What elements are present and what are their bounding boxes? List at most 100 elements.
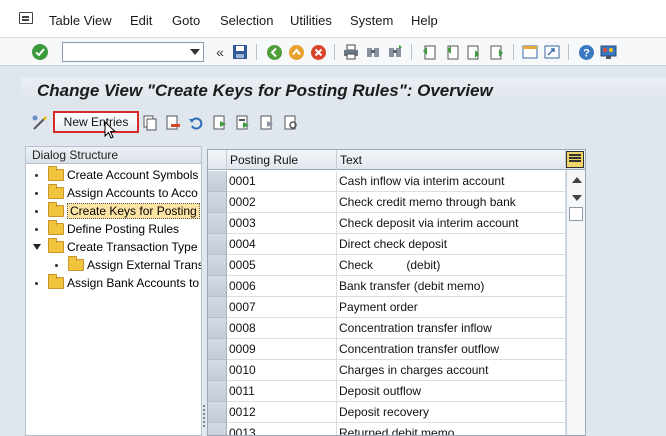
scroll-thumb[interactable] [569, 207, 583, 221]
cell-text[interactable]: Check credit memo through bank [337, 192, 566, 213]
customize-layout-icon[interactable] [599, 43, 617, 61]
cell-posting-rule[interactable]: 0011 [227, 381, 337, 402]
table-row[interactable]: 0011 Deposit outflow [208, 381, 566, 402]
column-header-text[interactable]: Text [337, 150, 566, 170]
panel-splitter[interactable] [202, 146, 206, 436]
tree-item-assign-external-trans[interactable]: Assign External Trans [55, 256, 201, 274]
table-settings-icon[interactable] [566, 151, 584, 168]
cell-posting-rule[interactable]: 0012 [227, 402, 337, 423]
expand-triangle-icon[interactable] [33, 244, 41, 250]
create-session-icon[interactable] [521, 43, 539, 61]
print-icon[interactable] [342, 43, 360, 61]
row-selector[interactable] [208, 213, 227, 234]
row-selector[interactable] [208, 192, 227, 213]
save-icon[interactable] [231, 43, 249, 61]
cell-posting-rule[interactable]: 0001 [227, 171, 337, 192]
first-page-icon[interactable] [420, 43, 438, 61]
menu-table-view[interactable]: Table View [49, 13, 112, 28]
cell-text[interactable]: Cash inflow via interim account [337, 171, 566, 192]
select-block-icon[interactable] [234, 114, 252, 132]
scroll-down-icon[interactable] [572, 195, 582, 201]
menu-system[interactable]: System [350, 13, 393, 28]
row-selector[interactable] [208, 339, 227, 360]
table-row[interactable]: 0008 Concentration transfer inflow [208, 318, 566, 339]
menu-goto[interactable]: Goto [172, 13, 200, 28]
cell-posting-rule[interactable]: 0013 [227, 423, 337, 435]
cell-posting-rule[interactable]: 0008 [227, 318, 337, 339]
cell-text[interactable]: Returned debit memo [337, 423, 566, 435]
cell-posting-rule[interactable]: 0004 [227, 234, 337, 255]
deselect-all-icon[interactable] [258, 114, 276, 132]
cell-posting-rule[interactable]: 0002 [227, 192, 337, 213]
cell-text[interactable]: Charges in charges account [337, 360, 566, 381]
table-row[interactable]: 0013 Returned debit memo [208, 423, 566, 435]
tree-item-create-transaction-type[interactable]: Create Transaction Type [33, 238, 198, 256]
cell-posting-rule[interactable]: 0006 [227, 276, 337, 297]
print-view-icon[interactable] [282, 114, 300, 132]
table-row[interactable]: 0010 Charges in charges account [208, 360, 566, 381]
undo-change-icon[interactable] [187, 114, 205, 132]
select-all-rows-cell[interactable] [208, 150, 227, 170]
tree-item-assign-bank-accounts[interactable]: Assign Bank Accounts to [35, 274, 199, 292]
menu-help[interactable]: Help [411, 13, 438, 28]
menu-utilities[interactable]: Utilities [290, 13, 332, 28]
tree-item-assign-accounts[interactable]: Assign Accounts to Acco [35, 184, 198, 202]
row-selector[interactable] [208, 423, 227, 435]
cell-posting-rule[interactable]: 0007 [227, 297, 337, 318]
find-next-icon[interactable] [386, 43, 404, 61]
row-selector[interactable] [208, 276, 227, 297]
cell-text[interactable]: Concentration transfer outflow [337, 339, 566, 360]
row-selector[interactable] [208, 255, 227, 276]
table-row[interactable]: 0001 Cash inflow via interim account [208, 171, 566, 192]
exit-icon[interactable] [287, 43, 305, 61]
scroll-up-icon[interactable] [572, 177, 582, 183]
cell-posting-rule[interactable]: 0010 [227, 360, 337, 381]
cell-posting-rule[interactable]: 0005 [227, 255, 337, 276]
next-page-icon[interactable] [465, 43, 483, 61]
table-row[interactable]: 0004 Direct check deposit [208, 234, 566, 255]
row-selector[interactable] [208, 171, 227, 192]
delete-icon[interactable] [164, 114, 182, 132]
vertical-scrollbar[interactable] [566, 170, 585, 435]
splitter-grip-icon[interactable] [203, 405, 205, 427]
table-row[interactable]: 0006 Bank transfer (debit memo) [208, 276, 566, 297]
cell-text[interactable]: Deposit recovery [337, 402, 566, 423]
row-selector[interactable] [208, 402, 227, 423]
copy-as-icon[interactable] [141, 114, 159, 132]
menu-icon[interactable] [19, 12, 33, 24]
menu-edit[interactable]: Edit [130, 13, 152, 28]
display-change-icon[interactable] [31, 114, 49, 132]
help-icon[interactable]: ? [577, 43, 595, 61]
double-chevron-left-icon[interactable]: « [211, 43, 229, 61]
menu-selection[interactable]: Selection [220, 13, 273, 28]
select-all-icon[interactable] [211, 114, 229, 132]
cell-text[interactable]: Payment order [337, 297, 566, 318]
cell-posting-rule[interactable]: 0009 [227, 339, 337, 360]
previous-page-icon[interactable] [443, 43, 461, 61]
cell-text[interactable]: Concentration transfer inflow [337, 318, 566, 339]
tree-item-create-account-symbols[interactable]: Create Account Symbols [35, 166, 198, 184]
row-selector[interactable] [208, 297, 227, 318]
column-header-posting-rule[interactable]: Posting Rule [227, 150, 337, 170]
table-row[interactable]: 0007 Payment order [208, 297, 566, 318]
cell-posting-rule[interactable]: 0003 [227, 213, 337, 234]
enter-icon[interactable] [31, 43, 49, 61]
cancel-icon[interactable] [309, 43, 327, 61]
table-row[interactable]: 0009 Concentration transfer outflow [208, 339, 566, 360]
table-row[interactable]: 0002 Check credit memo through bank [208, 192, 566, 213]
cell-text[interactable]: Check deposit via interim account [337, 213, 566, 234]
command-input[interactable] [63, 43, 185, 61]
cell-text[interactable]: Direct check deposit [337, 234, 566, 255]
row-selector[interactable] [208, 360, 227, 381]
row-selector[interactable] [208, 381, 227, 402]
tree-item-create-keys-posting-rules[interactable]: Create Keys for Posting [35, 202, 200, 220]
command-dropdown-icon[interactable] [190, 49, 200, 55]
table-row[interactable]: 0005 Check (debit) [208, 255, 566, 276]
shortcut-icon[interactable] [543, 43, 561, 61]
find-icon[interactable] [364, 43, 382, 61]
back-icon[interactable] [265, 43, 283, 61]
table-row[interactable]: 0012 Deposit recovery [208, 402, 566, 423]
row-selector[interactable] [208, 318, 227, 339]
tree-item-define-posting-rules[interactable]: Define Posting Rules [35, 220, 179, 238]
new-entries-button[interactable]: New Entries [53, 111, 139, 133]
